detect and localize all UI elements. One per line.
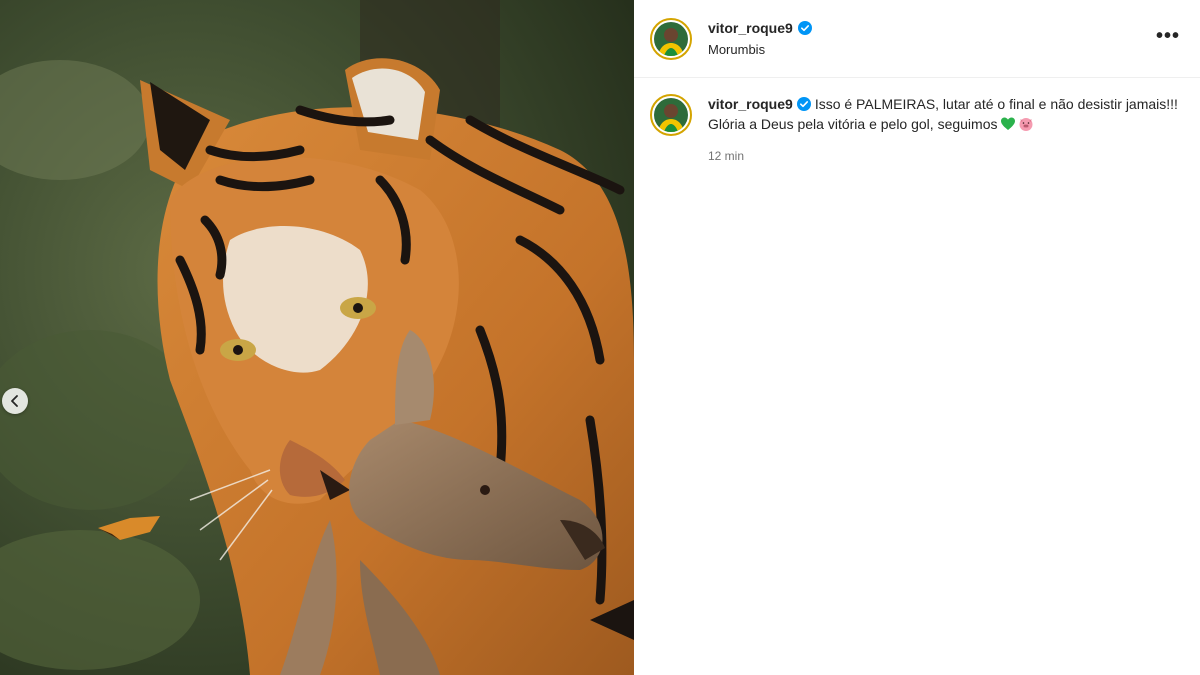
caption-comment: vitor_roque9 Isso é PALMEIRAS, lutar até … xyxy=(634,78,1200,166)
pig-face-icon xyxy=(1019,118,1032,131)
avatar-image xyxy=(654,21,688,56)
green-heart-icon xyxy=(1000,117,1015,130)
post-side-panel: vitor_roque9 Morumbis ••• vitor_roque9 I… xyxy=(634,0,1200,675)
tiger-photo xyxy=(0,0,634,675)
post-header: vitor_roque9 Morumbis ••• xyxy=(634,0,1200,78)
chevron-left-icon xyxy=(11,395,18,407)
post-timestamp[interactable]: 12 min xyxy=(708,146,1178,166)
post-author-username[interactable]: vitor_roque9 xyxy=(708,20,793,36)
avatar[interactable] xyxy=(650,17,692,60)
carousel-prev-button[interactable] xyxy=(2,388,28,414)
avatar-image xyxy=(654,98,688,132)
caption-line-2: Glória a Deus pela vitória e pelo gol, s… xyxy=(708,116,998,132)
verified-badge-icon xyxy=(796,97,811,111)
verified-badge-icon xyxy=(797,21,812,35)
caption-avatar[interactable] xyxy=(650,94,692,136)
caption-line-1: Isso é PALMEIRAS, lutar até o final e nã… xyxy=(814,96,1178,112)
post-location[interactable]: Morumbis xyxy=(708,42,812,57)
caption-username[interactable]: vitor_roque9 xyxy=(708,96,793,112)
more-options-button[interactable]: ••• xyxy=(1152,26,1184,52)
caption-text: vitor_roque9 Isso é PALMEIRAS, lutar até … xyxy=(708,94,1178,134)
post-media xyxy=(0,0,634,675)
